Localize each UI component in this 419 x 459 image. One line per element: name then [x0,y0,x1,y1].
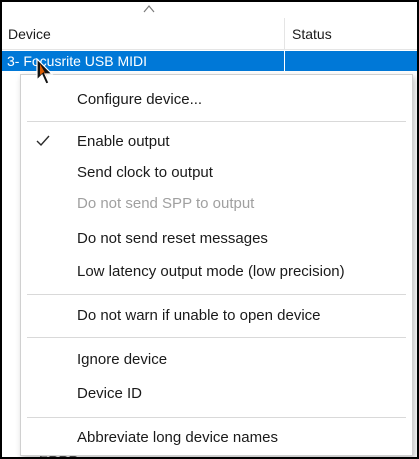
menu-item-send-clock[interactable]: Send clock to output [21,158,412,187]
menu-item-label: Do not send reset messages [77,230,268,247]
menu-item-do-not-send-reset[interactable]: Do not send reset messages [21,224,412,253]
menu-item-label: Do not warn if unable to open device [77,307,321,324]
menu-item-low-latency-output[interactable]: Low latency output mode (low precision) [21,257,412,286]
menu-item-do-not-send-spp: Do not send SPP to output [21,189,412,218]
menu-item-configure-device[interactable]: Configure device... [21,85,412,114]
checkmark-icon [36,135,50,147]
device-context-menu: Configure device... Enable output Send c… [20,74,413,456]
menu-item-label: Send clock to output [77,164,213,181]
menu-separator [27,417,406,418]
menu-item-ignore-device[interactable]: Ignore device [21,345,412,374]
menu-separator [27,121,406,122]
column-header-device[interactable]: Device [2,18,285,49]
menu-item-do-not-warn[interactable]: Do not warn if unable to open device [21,301,412,330]
menu-item-device-id[interactable]: Device ID [21,379,412,408]
menu-item-label: Enable output [77,133,170,150]
menu-item-abbreviate-names[interactable]: Abbreviate long device names [21,423,412,452]
menu-item-enable-output[interactable]: Enable output [21,127,412,156]
menu-item-label: Abbreviate long device names [77,429,278,446]
menu-item-label: Low latency output mode (low precision) [77,263,345,280]
mouse-pointer-icon [36,58,54,85]
sort-ascending-icon [143,5,155,13]
column-header-status[interactable]: Status [286,18,417,49]
list-header: Device Status [2,2,417,50]
device-list-window: Device Status 3- Focusrite USB MIDI ERRR… [0,0,419,459]
menu-separator [27,337,406,338]
menu-item-label: Do not send SPP to output [77,195,255,212]
menu-separator [27,294,406,295]
device-status-cell[interactable] [286,51,417,71]
menu-item-label: Configure device... [77,91,203,108]
menu-item-label: Device ID [77,385,143,402]
menu-item-label: Ignore device [77,351,168,368]
device-row-selected[interactable]: 3- Focusrite USB MIDI [2,51,417,71]
